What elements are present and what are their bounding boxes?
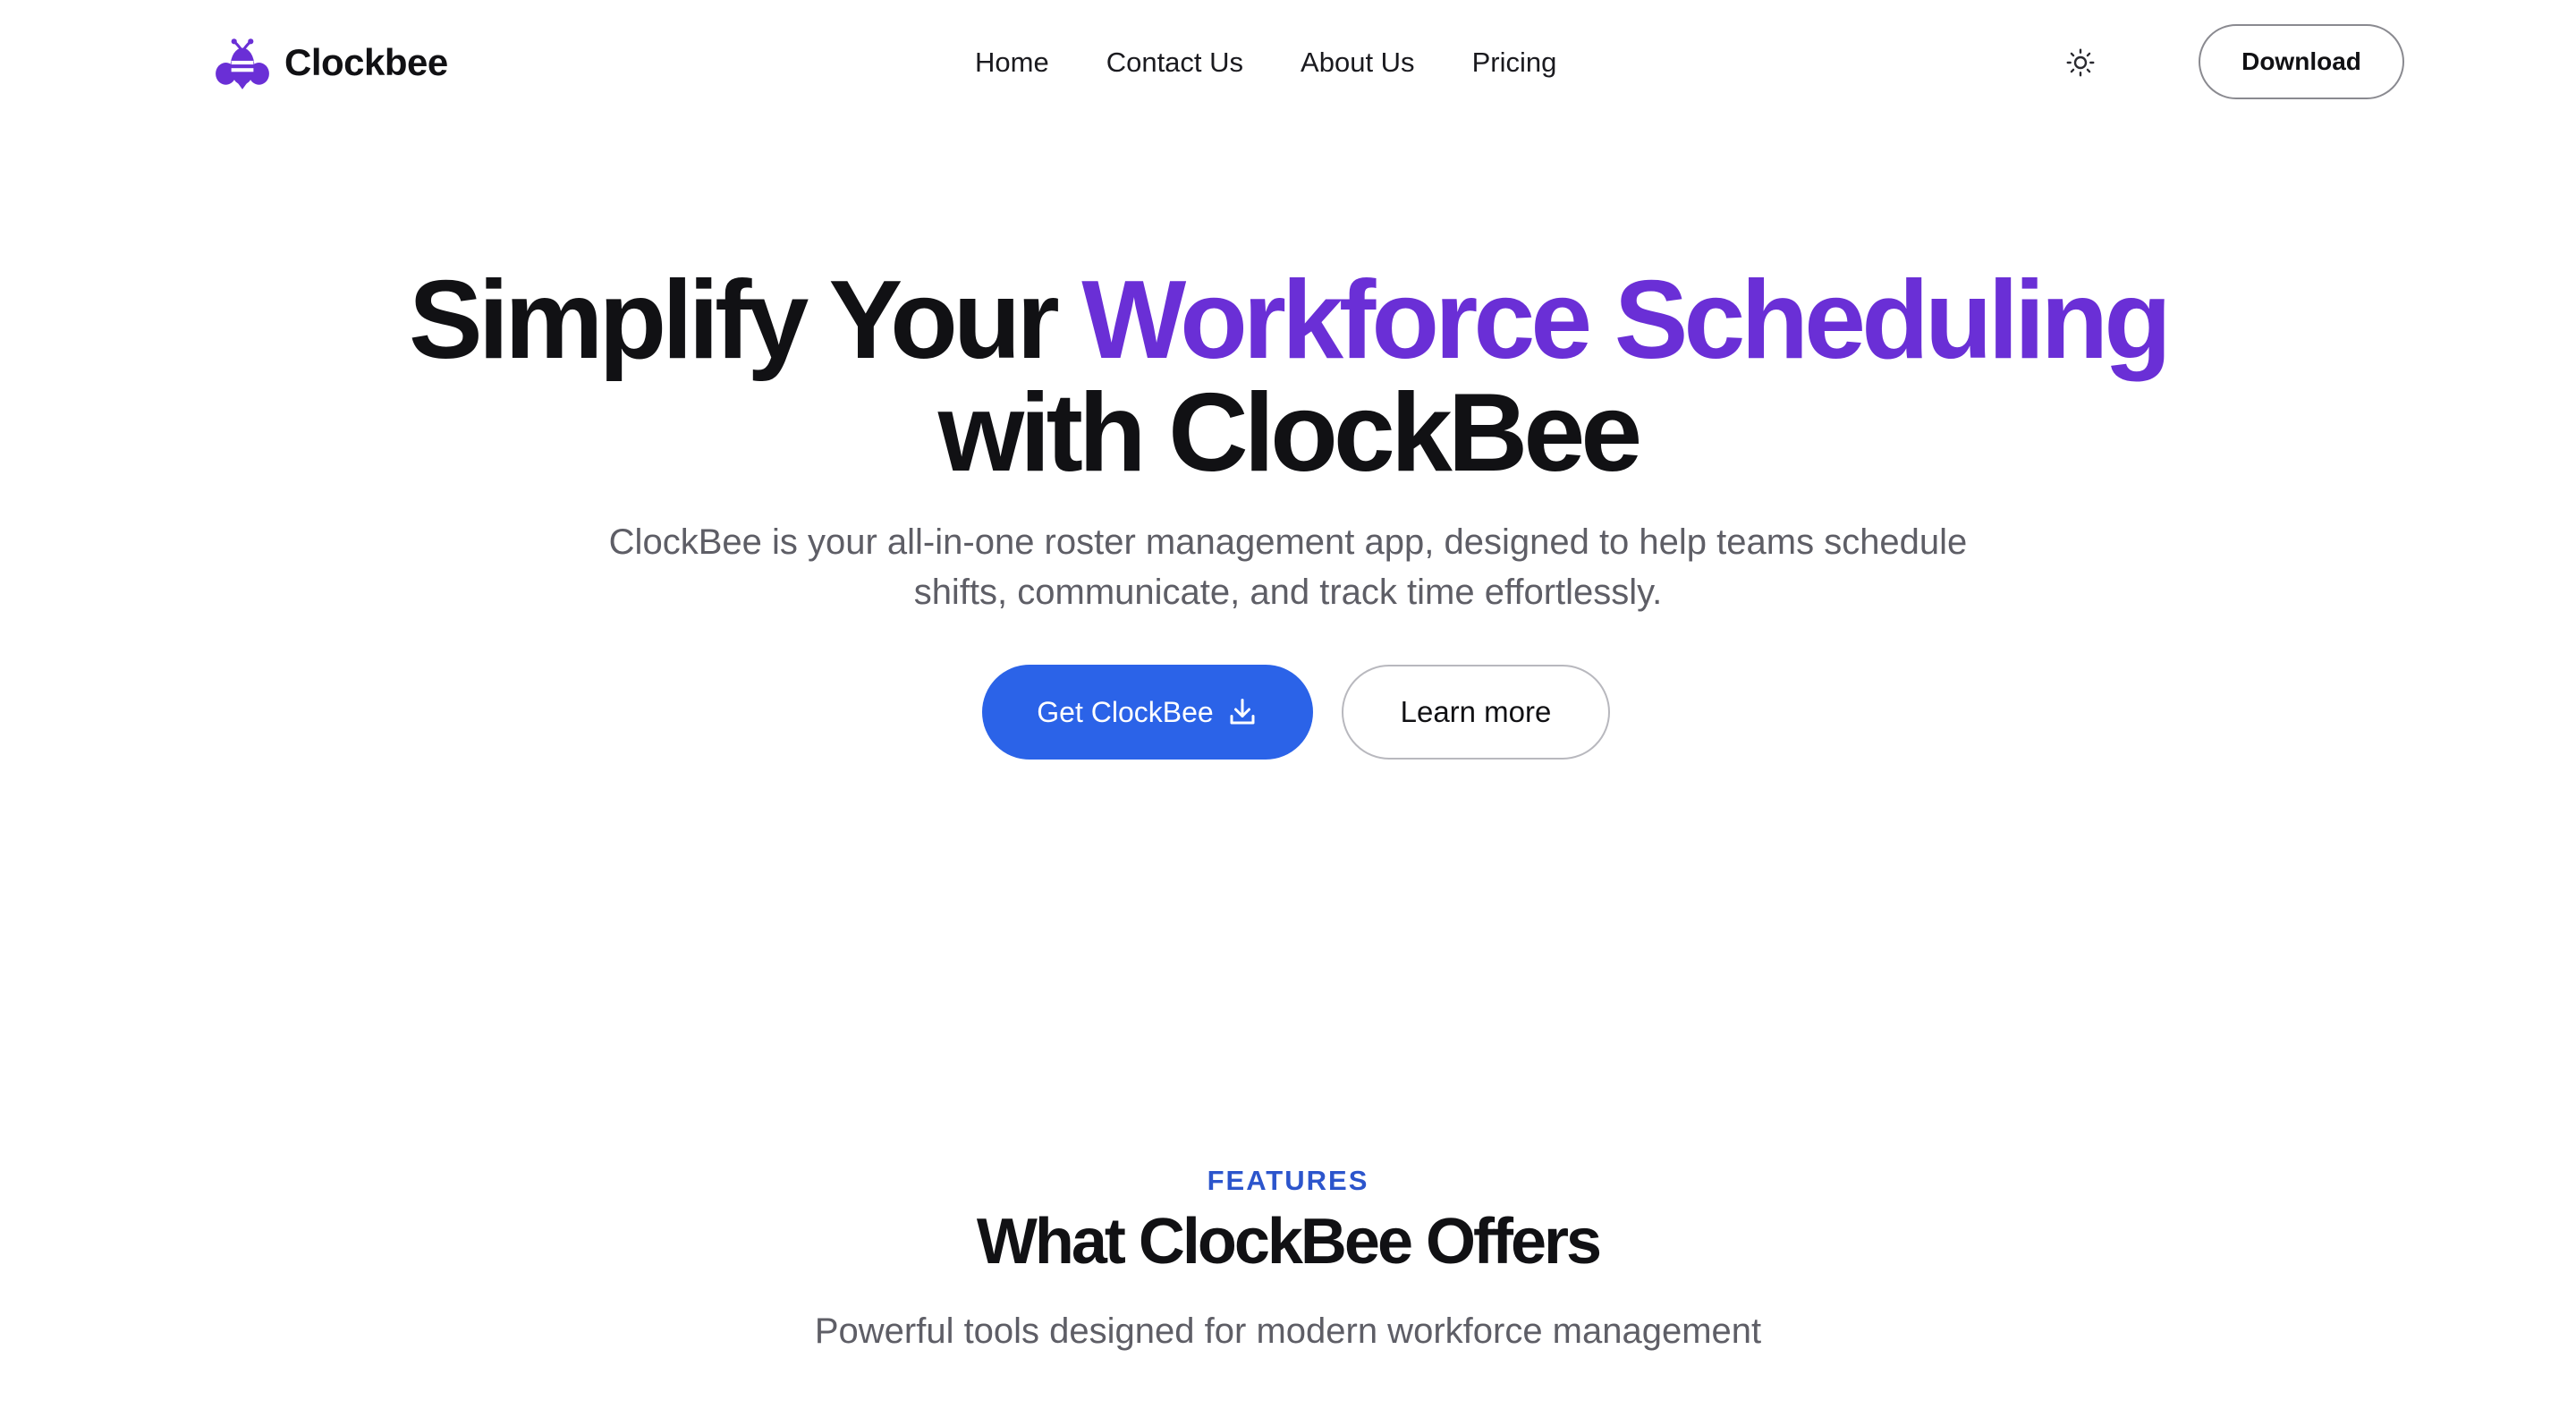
get-clockbee-label: Get ClockBee [1037, 695, 1214, 728]
nav-link-about-us[interactable]: About Us [1301, 47, 1415, 79]
bee-icon [216, 38, 269, 89]
main-nav: Home Contact Us About Us Pricing [975, 36, 1556, 89]
theme-toggle-button[interactable] [2057, 39, 2104, 86]
site-header: Clockbee Home Contact Us About Us Pricin… [0, 0, 2576, 125]
download-icon [1230, 699, 1255, 725]
brand-logo-link[interactable]: Clockbee [213, 30, 448, 95]
sun-icon [2066, 48, 2095, 77]
hero-title-part2: with ClockBee [937, 371, 1643, 495]
features-subtitle: Powerful tools designed for modern workf… [814, 1311, 1762, 1351]
features-eyebrow: FEATURES [1207, 1165, 1369, 1196]
hero-title-accent: Workforce Scheduling [1081, 259, 2172, 382]
hero-subtitle: ClockBee is your all-in-one roster manag… [608, 522, 1968, 612]
hero-cta-group: Get ClockBee Learn more [0, 665, 2576, 760]
hero-title-part1: Simplify Your [409, 259, 1082, 382]
nav-link-contact-us[interactable]: Contact Us [1106, 47, 1243, 79]
header-download-button[interactable]: Download [2199, 24, 2404, 99]
learn-more-button[interactable]: Learn more [1342, 665, 1610, 760]
features-title: What ClockBee Offers [976, 1206, 1602, 1277]
nav-link-home[interactable]: Home [975, 47, 1049, 79]
hero-title: Simplify Your Workforce Scheduling with … [215, 264, 2361, 489]
nav-link-pricing[interactable]: Pricing [1472, 47, 1557, 79]
get-clockbee-button[interactable]: Get ClockBee [982, 665, 1313, 760]
brand-name: Clockbee [284, 41, 448, 83]
